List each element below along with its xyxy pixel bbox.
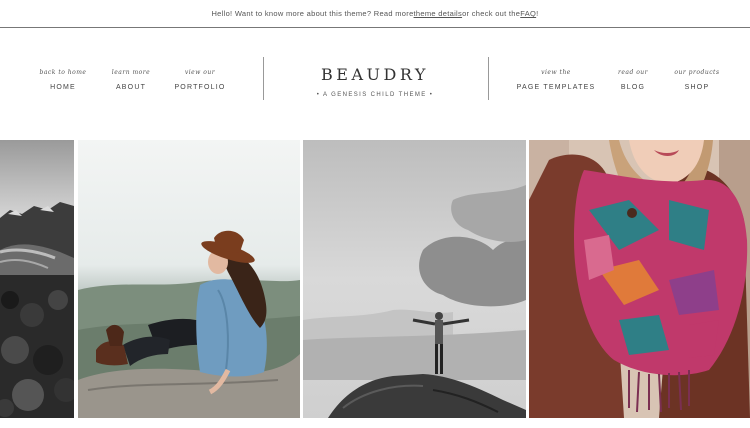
summit-man-image	[303, 140, 526, 418]
mountain-landscape-image	[0, 140, 74, 418]
nav-item-about[interactable]: learn more ABOUT	[91, 69, 171, 91]
nav-link-shop[interactable]: SHOP	[657, 84, 737, 91]
announcement-text-end: !	[536, 9, 539, 18]
faq-link[interactable]: FAQ	[520, 9, 536, 18]
announcement-text-start: Hello! Want to know more about this them…	[211, 9, 414, 18]
woman-hat-photo[interactable]	[78, 140, 300, 418]
announcement-bar: Hello! Want to know more about this them…	[0, 0, 750, 28]
nav-link-about[interactable]: ABOUT	[91, 84, 171, 91]
nav-tag: view our	[184, 69, 216, 76]
site-branding: BEAUDRY • A GENESIS CHILD THEME •	[300, 65, 450, 98]
site-tagline: • A GENESIS CHILD THEME •	[316, 92, 434, 98]
photo-gallery	[0, 140, 750, 418]
site-header: back to home HOME learn more ABOUT view …	[0, 29, 750, 140]
header-divider-left	[263, 57, 264, 100]
nav-item-page-templates[interactable]: view the PAGE TEMPLATES	[516, 69, 596, 91]
mountain-landscape-photo[interactable]	[0, 140, 74, 418]
scarf-woman-photo[interactable]	[529, 140, 750, 418]
nav-item-portfolio[interactable]: view our PORTFOLIO	[160, 69, 240, 91]
header-divider-right	[488, 57, 489, 100]
scarf-woman-image	[529, 140, 750, 418]
woman-hat-image	[78, 140, 300, 418]
nav-tag: learn more	[111, 69, 151, 76]
nav-tag: our products	[674, 69, 720, 76]
nav-item-shop[interactable]: our products SHOP	[657, 69, 737, 91]
nav-link-portfolio[interactable]: PORTFOLIO	[160, 84, 240, 91]
theme-details-link[interactable]: theme details	[414, 9, 463, 18]
nav-tag: view the	[541, 69, 571, 76]
announcement-text-middle: or check out the	[462, 9, 521, 18]
nav-link-page-templates[interactable]: PAGE TEMPLATES	[516, 84, 596, 91]
summit-man-photo[interactable]	[303, 140, 526, 418]
site-title[interactable]: BEAUDRY	[300, 65, 450, 84]
